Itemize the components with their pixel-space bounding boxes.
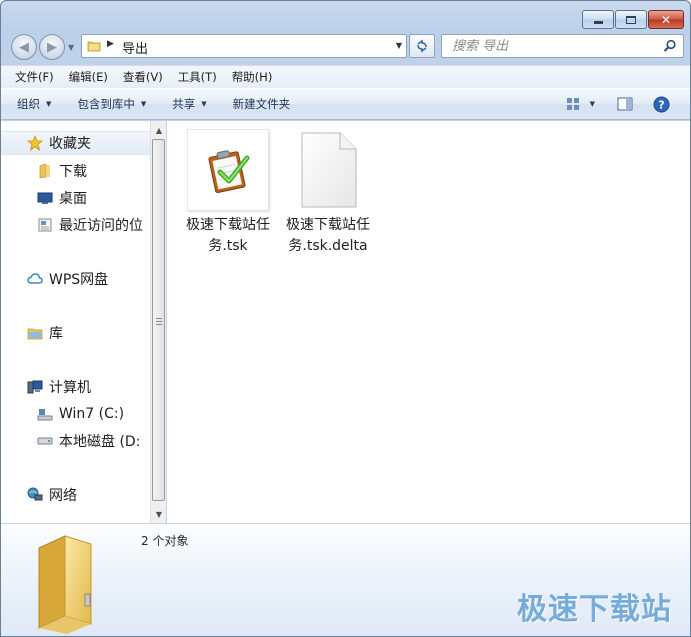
breadcrumb-current[interactable]: 导出 <box>122 38 148 57</box>
recent-places-icon <box>37 217 53 233</box>
address-bar[interactable]: ▶ 导出 ▼ <box>81 34 407 58</box>
file-name: 极速下载站任务.tsk <box>186 217 270 254</box>
svg-text:?: ? <box>658 98 664 111</box>
task-clipboard-icon <box>187 129 269 211</box>
chevron-down-icon: ▼ <box>140 100 147 108</box>
watermark-logo: 极速下载站 <box>517 592 672 627</box>
change-view-button[interactable]: ▼ <box>566 97 595 111</box>
folder-icon <box>87 39 101 56</box>
nav-drive-d[interactable]: 本地磁盘 (D: <box>1 429 150 453</box>
scroll-down-arrow-icon[interactable]: ▼ <box>151 506 167 522</box>
back-button[interactable]: ◀ <box>11 34 37 60</box>
navigation-row: ◀ ▶ ▼ ▶ 导出 ▼ <box>1 31 690 63</box>
nav-network-label: 网络 <box>49 488 77 504</box>
menu-tools[interactable]: 工具(T) <box>175 67 220 87</box>
cloud-icon <box>27 271 43 287</box>
organize-button[interactable]: 组织 ▼ <box>17 96 51 112</box>
navigation-pane: 收藏夹 下载 桌面 最近访问的位 WPS网盘 库 计算机 Win7 (C:) 本… <box>1 121 150 523</box>
nav-drive-d-label: 本地磁盘 (D: <box>59 434 141 450</box>
menu-file[interactable]: 文件(F) <box>12 67 57 87</box>
refresh-button[interactable] <box>409 34 435 58</box>
nav-desktop-label: 桌面 <box>59 191 87 207</box>
file-list[interactable]: 极速下载站任务.tsk 极速下载站任务.tsk.delta <box>167 121 690 523</box>
organize-label: 组织 <box>17 97 40 111</box>
share-button[interactable]: 共享 ▼ <box>172 96 206 112</box>
system-drive-icon <box>37 406 53 422</box>
maximize-button[interactable] <box>615 10 647 29</box>
scroll-up-arrow-icon[interactable]: ▲ <box>151 122 167 138</box>
back-arrow-icon: ◀ <box>19 39 29 55</box>
blank-file-icon <box>287 129 369 211</box>
nav-drive-c[interactable]: Win7 (C:) <box>1 402 150 426</box>
chevron-down-icon: ▼ <box>589 100 595 108</box>
downloads-folder-icon <box>37 163 53 179</box>
nav-drive-c-label: Win7 (C:) <box>59 406 125 422</box>
folder-icon <box>31 530 127 636</box>
menu-bar: 文件(F) 编辑(E) 查看(V) 工具(T) 帮助(H) <box>1 65 690 88</box>
nav-desktop[interactable]: 桌面 <box>1 186 150 210</box>
file-name: 极速下载站任务.tsk.delta <box>286 217 370 254</box>
share-label: 共享 <box>172 97 196 111</box>
help-button[interactable]: ? <box>653 96 670 113</box>
close-button[interactable]: ✕ <box>648 10 684 29</box>
nav-libraries[interactable]: 库 <box>1 321 150 345</box>
forward-button[interactable]: ▶ <box>39 34 65 60</box>
maximize-icon <box>626 15 636 24</box>
search-box <box>441 34 684 58</box>
nav-downloads-label: 下载 <box>59 164 87 180</box>
search-icon[interactable] <box>663 39 677 56</box>
explorer-window: ✕ ◀ ▶ ▼ ▶ 导出 ▼ 文件(F) <box>0 0 691 637</box>
new-folder-button[interactable]: 新建文件夹 <box>233 96 291 112</box>
nav-computer-label: 计算机 <box>49 380 91 396</box>
address-history-dropdown[interactable]: ▼ <box>396 41 402 50</box>
nav-favorites-label: 收藏夹 <box>49 136 91 152</box>
nav-recent[interactable]: 最近访问的位 <box>1 213 150 237</box>
help-icon: ? <box>653 96 670 112</box>
nav-network[interactable]: 网络 <box>1 483 150 507</box>
item-count: 2 个对象 <box>141 534 189 548</box>
view-tools: ▼ ? <box>552 89 690 119</box>
window-caption-buttons: ✕ <box>581 10 684 29</box>
include-in-library-button[interactable]: 包含到库中 ▼ <box>77 96 146 112</box>
chevron-down-icon: ▼ <box>46 100 52 108</box>
preview-pane-button[interactable] <box>617 97 633 111</box>
command-bar: 组织 ▼ 包含到库中 ▼ 共享 ▼ 新建文件夹 ▼ ? <box>1 88 690 120</box>
file-item[interactable]: 极速下载站任务.tsk <box>183 129 273 257</box>
computer-icon <box>27 379 43 395</box>
minimize-button[interactable] <box>582 10 614 29</box>
preview-pane-icon <box>617 97 633 111</box>
view-grid-icon <box>566 98 579 110</box>
nav-wps-cloud-label: WPS网盘 <box>49 272 109 288</box>
desktop-icon <box>37 190 53 206</box>
navigation-pane-scrollbar[interactable]: ▲ ▼ <box>150 121 166 523</box>
menu-help[interactable]: 帮助(H) <box>229 67 276 87</box>
forward-arrow-icon: ▶ <box>47 39 57 55</box>
recent-pages-dropdown[interactable]: ▼ <box>68 43 74 52</box>
chevron-down-icon: ▼ <box>201 100 207 108</box>
star-icon <box>27 135 43 151</box>
nav-libraries-label: 库 <box>49 326 63 342</box>
nav-recent-label: 最近访问的位 <box>59 218 143 234</box>
menu-edit[interactable]: 编辑(E) <box>66 67 111 87</box>
scroll-grip-icon <box>156 318 162 325</box>
nav-computer[interactable]: 计算机 <box>1 375 150 399</box>
refresh-icon <box>417 39 427 53</box>
network-icon <box>27 487 43 503</box>
nav-favorites[interactable]: 收藏夹 <box>1 131 150 155</box>
menu-view[interactable]: 查看(V) <box>120 67 166 87</box>
minimize-icon <box>593 20 603 24</box>
scrollbar-thumb[interactable] <box>152 139 165 501</box>
new-folder-label: 新建文件夹 <box>232 97 291 111</box>
close-icon: ✕ <box>660 12 672 27</box>
file-item[interactable]: 极速下载站任务.tsk.delta <box>283 129 373 257</box>
nav-wps-cloud[interactable]: WPS网盘 <box>1 267 150 291</box>
nav-downloads[interactable]: 下载 <box>1 159 150 183</box>
breadcrumb-arrow-icon[interactable]: ▶ <box>107 39 114 49</box>
hard-drive-icon <box>37 433 53 449</box>
search-input[interactable] <box>442 35 657 57</box>
include-in-library-label: 包含到库中 <box>77 97 135 111</box>
library-icon <box>27 325 43 341</box>
